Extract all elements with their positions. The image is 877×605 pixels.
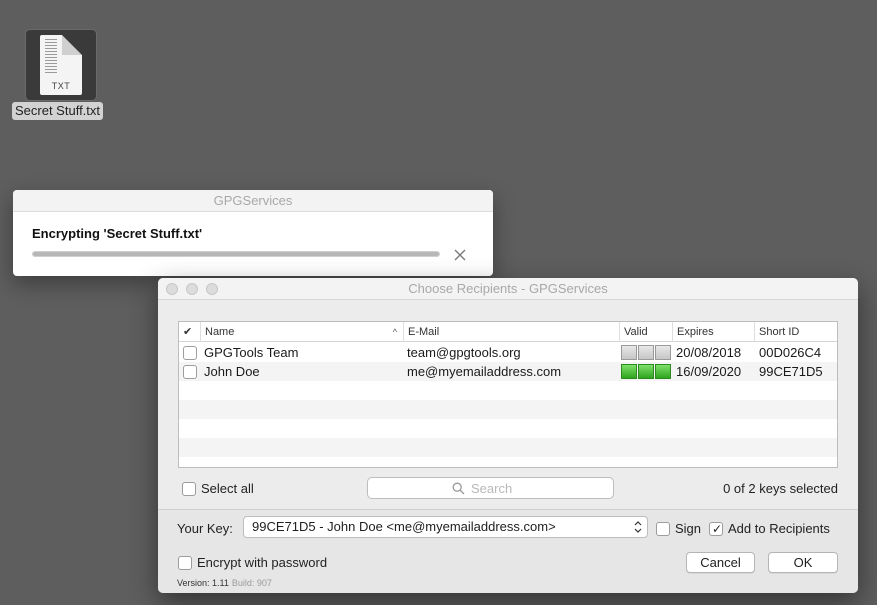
your-key-value: 99CE71D5 - John Doe <me@myemailaddress.c…: [252, 519, 556, 534]
select-all-label: Select all: [201, 481, 254, 496]
row-checkbox[interactable]: [183, 365, 197, 379]
encrypting-message: Encrypting 'Secret Stuff.txt': [32, 226, 203, 241]
column-header-email[interactable]: E-Mail: [404, 322, 620, 342]
your-key-label: Your Key:: [177, 521, 233, 536]
sort-ascending-icon: ^: [392, 327, 397, 337]
column-header-name-label: Name: [205, 326, 235, 338]
recipients-table: ✔ Name ^ E-Mail Valid Expires Short ID G…: [178, 321, 838, 468]
choose-recipients-window: Choose Recipients - GPGServices ✔ Name ^…: [158, 278, 858, 593]
cancel-button[interactable]: Cancel: [686, 552, 755, 573]
file-icon[interactable]: TXT: [25, 29, 97, 101]
column-header-expires[interactable]: Expires: [673, 322, 755, 342]
column-header-name[interactable]: Name ^: [201, 322, 404, 342]
empty-row: [179, 457, 837, 467]
recipient-expires: 16/09/2020: [676, 364, 742, 379]
search-icon: [452, 482, 465, 495]
window-title: Choose Recipients - GPGServices: [408, 281, 608, 296]
empty-row: [179, 419, 837, 438]
search-input[interactable]: [367, 477, 614, 499]
recipient-email: me@myemailaddress.com: [407, 364, 562, 379]
recipient-short-id: 99CE71D5: [759, 364, 823, 379]
validity-indicator: [621, 364, 671, 379]
validity-indicator: [621, 345, 671, 360]
file-extension-label: TXT: [51, 81, 71, 91]
progress-window-title: GPGServices: [13, 190, 493, 212]
version-info: Version: 1.11 Build: 907: [177, 578, 272, 588]
column-header-valid[interactable]: Valid: [620, 322, 673, 342]
bottom-panel: Your Key: 99CE71D5 - John Doe <me@myemai…: [158, 509, 858, 593]
window-titlebar: Choose Recipients - GPGServices: [158, 278, 858, 300]
progress-bar-fill: [33, 252, 439, 256]
build-label: Build: 907: [231, 578, 272, 588]
sign-box[interactable]: [656, 522, 670, 536]
your-key-select[interactable]: 99CE71D5 - John Doe <me@myemailaddress.c…: [243, 516, 648, 538]
column-header-short-id[interactable]: Short ID: [755, 322, 837, 342]
recipient-name: John Doe: [204, 364, 260, 379]
recipient-short-id: 00D026C4: [759, 345, 822, 360]
close-window-button[interactable]: [166, 283, 178, 295]
zoom-window-button[interactable]: [206, 283, 218, 295]
keys-selected-count: 0 of 2 keys selected: [723, 481, 838, 496]
column-header-check[interactable]: ✔: [179, 322, 201, 342]
add-to-recipients-box[interactable]: ✓: [709, 522, 723, 536]
recipient-name: GPGTools Team: [204, 345, 299, 360]
add-to-recipients-label: Add to Recipients: [728, 521, 830, 536]
encrypt-with-password-box[interactable]: [178, 556, 192, 570]
minimize-window-button[interactable]: [186, 283, 198, 295]
sign-label: Sign: [675, 521, 702, 536]
table-row[interactable]: GPGTools Team team@gpgtools.org 20/08/20…: [179, 343, 837, 362]
checkmark-icon: ✓: [712, 522, 723, 536]
progress-window: GPGServices Encrypting 'Secret Stuff.txt…: [13, 190, 493, 276]
empty-row: [179, 400, 837, 419]
row-checkbox[interactable]: [183, 346, 197, 360]
ok-button[interactable]: OK: [768, 552, 838, 573]
encrypt-with-password-label: Encrypt with password: [197, 555, 328, 570]
recipient-email: team@gpgtools.org: [407, 345, 521, 360]
select-arrows-icon: [634, 521, 642, 533]
progress-bar: [32, 251, 440, 257]
empty-row: [179, 381, 837, 400]
version-label: Version: 1.11: [177, 578, 229, 588]
table-header: ✔ Name ^ E-Mail Valid Expires Short ID: [179, 322, 837, 342]
file-name-label[interactable]: Secret Stuff.txt: [12, 102, 104, 120]
table-row[interactable]: John Doe me@myemailaddress.com 16/09/202…: [179, 362, 837, 381]
cancel-icon[interactable]: [452, 247, 468, 263]
empty-row: [179, 438, 837, 457]
select-all-box[interactable]: [182, 482, 196, 496]
recipient-expires: 20/08/2018: [676, 345, 742, 360]
text-document-icon: TXT: [40, 35, 82, 95]
